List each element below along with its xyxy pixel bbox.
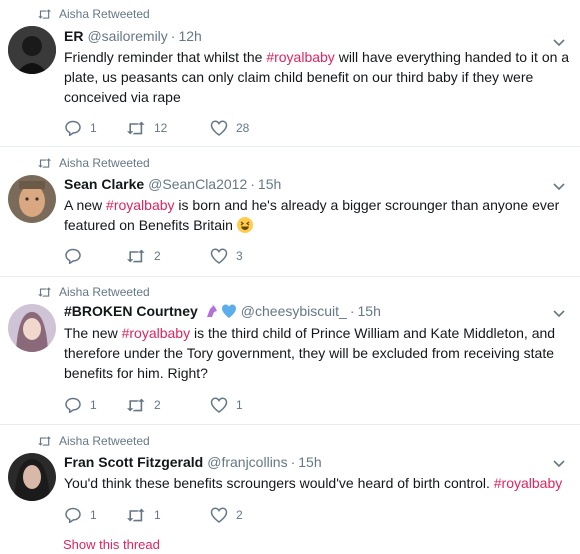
like-button[interactable]: 28 <box>210 120 249 136</box>
retweet-count: 12 <box>154 121 168 135</box>
avatar[interactable] <box>8 26 56 74</box>
timestamp[interactable]: 15h <box>358 303 381 319</box>
timestamp[interactable]: 15h <box>258 176 281 192</box>
grinning-squinting-face-icon <box>236 217 253 233</box>
user-handle[interactable]: @cheesybiscuit_ <box>241 303 347 319</box>
like-count: 3 <box>236 249 243 263</box>
timestamp[interactable]: 12h <box>178 28 201 44</box>
user-handle[interactable]: @sailoremily <box>87 28 167 44</box>
avatar[interactable] <box>8 175 56 223</box>
show-thread-link[interactable]: Show this thread <box>63 537 160 552</box>
tweet-text-segment: The new <box>64 325 122 341</box>
retweet-label: Aisha Retweeted <box>59 156 150 170</box>
retweet-icon <box>38 436 51 446</box>
unicorn-icon <box>206 304 217 317</box>
chevron-down-icon[interactable] <box>552 307 566 321</box>
retweet-icon <box>127 121 145 135</box>
reply-count: 1 <box>90 121 97 135</box>
retweet-icon <box>127 249 145 263</box>
retweet-button[interactable]: 2 <box>124 397 210 413</box>
tweet-text-segment: You'd think these benefits scroungers wo… <box>64 475 494 491</box>
reply-icon <box>65 248 81 264</box>
display-name[interactable]: Fran Scott Fitzgerald <box>64 454 203 470</box>
like-button[interactable]: 2 <box>210 507 243 523</box>
tweet-text: Friendly reminder that whilst the #royal… <box>64 47 570 107</box>
tweet-text: The new #royalbaby is the third child of… <box>64 323 570 383</box>
tweet-text-segment: Friendly reminder that whilst the <box>64 49 267 65</box>
chevron-down-icon[interactable] <box>552 180 566 194</box>
retweet-label: Aisha Retweeted <box>59 285 150 299</box>
retweet-icon <box>127 398 145 412</box>
tweet-actions: 1 1 2 <box>64 507 243 523</box>
display-name[interactable]: ER <box>64 28 83 44</box>
heart-icon <box>210 397 228 413</box>
separator-dot: · <box>290 454 296 470</box>
retweet-button[interactable]: 1 <box>124 507 210 523</box>
timestamp[interactable]: 15h <box>298 454 321 470</box>
display-name[interactable]: Sean Clarke <box>64 176 144 192</box>
heart-icon <box>210 248 228 264</box>
hashtag-link[interactable]: #royalbaby <box>266 49 335 65</box>
hashtag-link[interactable]: #royalbaby <box>494 475 563 491</box>
separator-dot: · <box>170 28 176 44</box>
tweet-4[interactable]: Aisha Retweeted Fran Scott Fitzgerald @f… <box>0 425 580 554</box>
hashtag-link[interactable]: #royalbaby <box>106 197 175 213</box>
retweet-context: Aisha Retweeted <box>37 434 150 448</box>
like-button[interactable]: 1 <box>210 397 243 413</box>
reply-button[interactable]: 1 <box>64 120 124 136</box>
hashtag-link[interactable]: #royalbaby <box>122 325 191 341</box>
retweet-count: 1 <box>154 508 161 522</box>
reply-icon <box>65 507 81 523</box>
heart-icon <box>210 120 228 136</box>
like-count: 1 <box>236 398 243 412</box>
retweet-context: Aisha Retweeted <box>37 285 150 299</box>
tweet-actions: 1 12 28 <box>64 120 249 136</box>
heart-icon <box>210 507 228 523</box>
tweet-3[interactable]: Aisha Retweeted #BROKEN Courtney @cheesy… <box>0 277 580 425</box>
retweet-context: Aisha Retweeted <box>37 7 150 21</box>
like-button[interactable]: 3 <box>210 248 243 264</box>
tweet-2[interactable]: Aisha Retweeted Sean Clarke @SeanCla2012… <box>0 147 580 277</box>
like-count: 2 <box>236 508 243 522</box>
tweet-header: ER @sailoremily · 12h <box>64 28 202 44</box>
retweet-count: 2 <box>154 398 161 412</box>
blue-heart-icon <box>221 304 236 318</box>
like-count: 28 <box>236 121 250 135</box>
tweet-header: #BROKEN Courtney @cheesybiscuit_ · 15h <box>64 303 381 319</box>
retweet-context: Aisha Retweeted <box>37 156 150 170</box>
tweet-text: You'd think these benefits scroungers wo… <box>64 473 570 493</box>
retweet-button[interactable]: 12 <box>124 120 210 136</box>
retweet-icon <box>38 287 51 297</box>
reply-icon <box>65 120 81 136</box>
avatar[interactable] <box>8 304 56 352</box>
reply-button[interactable] <box>64 248 124 264</box>
tweet-header: Sean Clarke @SeanCla2012 · 15h <box>64 176 281 192</box>
avatar[interactable] <box>8 453 56 501</box>
retweet-button[interactable]: 2 <box>124 248 210 264</box>
retweet-label: Aisha Retweeted <box>59 7 150 21</box>
chevron-down-icon[interactable] <box>552 457 566 471</box>
reply-button[interactable]: 1 <box>64 397 124 413</box>
tweet-header: Fran Scott Fitzgerald @franjcollins · 15… <box>64 454 322 470</box>
separator-dot: · <box>349 303 355 319</box>
tweet-1[interactable]: Aisha Retweeted ER @sailoremily · 12h Fr… <box>0 0 580 147</box>
tweet-actions: 2 3 <box>64 248 243 264</box>
user-handle[interactable]: @SeanCla2012 <box>148 176 247 192</box>
reply-button[interactable]: 1 <box>64 507 124 523</box>
retweet-icon <box>127 508 145 522</box>
retweet-label: Aisha Retweeted <box>59 434 150 448</box>
user-handle[interactable]: @franjcollins <box>207 454 287 470</box>
retweet-icon <box>38 9 51 19</box>
reply-count: 1 <box>90 508 97 522</box>
retweet-icon <box>38 158 51 168</box>
tweet-actions: 1 2 1 <box>64 397 243 413</box>
separator-dot: · <box>250 176 255 192</box>
reply-count: 1 <box>90 398 97 412</box>
display-name[interactable]: #BROKEN Courtney <box>64 303 198 319</box>
reply-icon <box>65 397 81 413</box>
retweet-count: 2 <box>154 249 161 263</box>
tweet-text: A new #royalbaby is born and he's alread… <box>64 195 570 235</box>
tweet-text-segment: A new <box>64 197 107 213</box>
